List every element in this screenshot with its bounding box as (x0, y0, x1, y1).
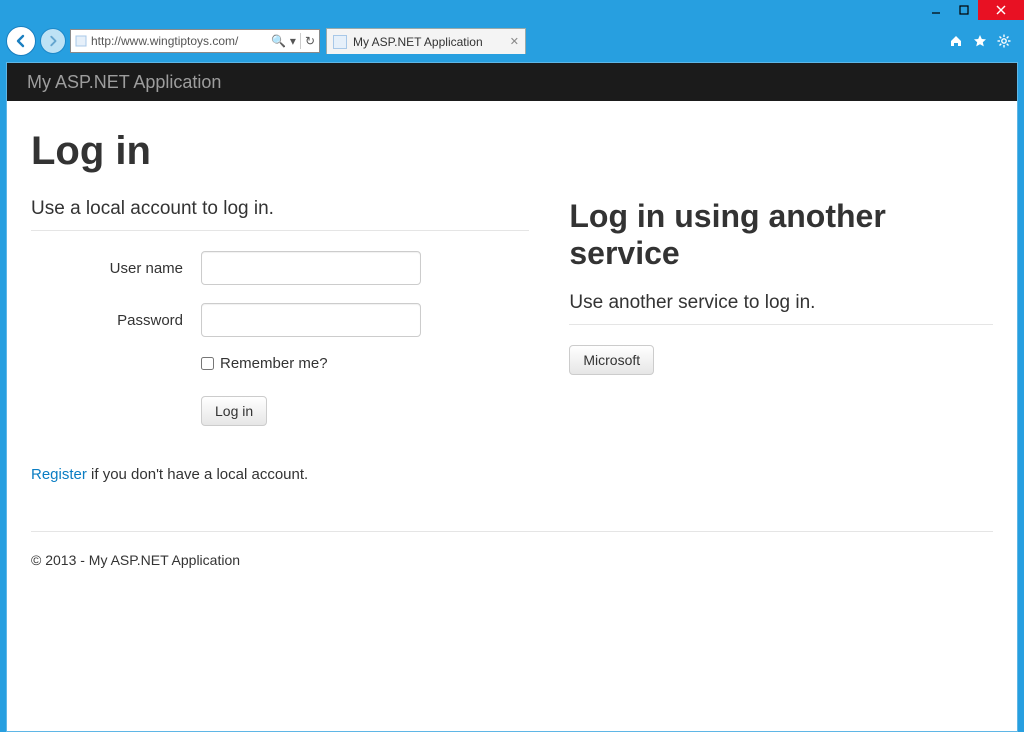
window-close-button[interactable] (978, 0, 1024, 20)
login-button[interactable]: Log in (201, 396, 267, 426)
search-icon[interactable]: 🔍 (271, 34, 286, 48)
browser-toolbar: 🔍 ▾ ↻ My ASP.NET Application ✕ (0, 22, 1024, 62)
url-input[interactable] (91, 31, 267, 51)
site-icon (71, 35, 91, 47)
remember-me-checkbox[interactable] (201, 357, 214, 370)
remember-me-label: Remember me? (220, 355, 328, 372)
external-login-heading: Log in using another service (569, 198, 993, 272)
forward-button[interactable] (40, 28, 66, 54)
separator (300, 33, 301, 49)
username-input[interactable] (201, 251, 421, 285)
back-button[interactable] (6, 26, 36, 56)
settings-gear-icon[interactable] (996, 33, 1012, 49)
window-titlebar (0, 0, 1024, 22)
page-title: Log in (31, 129, 993, 174)
username-label: User name (31, 260, 201, 277)
tab-title: My ASP.NET Application (353, 35, 483, 49)
password-label: Password (31, 312, 201, 329)
address-bar[interactable]: 🔍 ▾ ↻ (70, 29, 320, 53)
tab-close-icon[interactable]: ✕ (510, 35, 519, 48)
local-login-heading: Use a local account to log in. (31, 198, 529, 231)
external-login-section: Log in using another service Use another… (569, 198, 993, 483)
dropdown-icon[interactable]: ▾ (290, 34, 296, 48)
page-footer: © 2013 - My ASP.NET Application (31, 531, 993, 568)
favorites-icon[interactable] (972, 33, 988, 49)
window-maximize-button[interactable] (950, 0, 978, 20)
register-prompt: Register if you don't have a local accou… (31, 466, 529, 483)
external-login-subheading: Use another service to log in. (569, 292, 993, 325)
local-login-section: Use a local account to log in. User name… (31, 198, 529, 483)
window-minimize-button[interactable] (922, 0, 950, 20)
password-input[interactable] (201, 303, 421, 337)
page-viewport: My ASP.NET Application Log in Use a loca… (6, 62, 1018, 732)
browser-tab[interactable]: My ASP.NET Application ✕ (326, 28, 526, 54)
provider-microsoft-button[interactable]: Microsoft (569, 345, 654, 375)
register-link[interactable]: Register (31, 466, 87, 483)
tab-favicon (333, 35, 347, 49)
footer-text: © 2013 - My ASP.NET Application (31, 552, 240, 568)
register-suffix: if you don't have a local account. (87, 466, 308, 483)
home-icon[interactable] (948, 33, 964, 49)
site-brand[interactable]: My ASP.NET Application (27, 72, 221, 93)
refresh-icon[interactable]: ↻ (305, 34, 315, 48)
site-navbar: My ASP.NET Application (7, 63, 1017, 101)
